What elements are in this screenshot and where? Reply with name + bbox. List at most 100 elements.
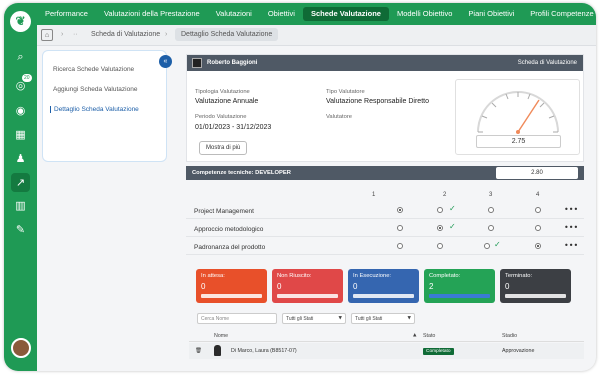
stat-value: 0: [201, 282, 206, 291]
table-row[interactable]: 🗑 Di Marco, Laura (B8517-07) Completato …: [189, 343, 584, 359]
rating-radio-4[interactable]: [535, 243, 541, 249]
more-options-icon[interactable]: •••: [564, 223, 578, 232]
more-options-icon[interactable]: •••: [564, 205, 578, 214]
breadcrumb-item-scheda[interactable]: Scheda di Valutazione: [91, 31, 160, 38]
person-name: Roberto Baggioni: [207, 60, 258, 66]
stat-value: 0: [353, 282, 358, 291]
calendar-icon[interactable]: ▦: [11, 125, 30, 144]
row-stadio: Approvazione: [502, 348, 535, 354]
home-icon[interactable]: ⌂: [41, 29, 53, 41]
stat-bar: [353, 294, 414, 298]
top-navigation: Performance Valutazioni della Prestazione…: [37, 3, 596, 25]
search-name-input[interactable]: Cerca Nome: [197, 313, 277, 324]
column-stadio[interactable]: Stadio: [502, 333, 517, 339]
periodo-value: 01/01/2023 - 31/12/2023: [195, 124, 272, 131]
valutatore-label: Valutatore: [326, 114, 352, 120]
rating-radio-3[interactable]: [488, 207, 494, 213]
filter-bar: Cerca Nome Tutti gli Stati ▼ Tutti gli St…: [189, 313, 584, 325]
gauge-value: 2.75: [476, 135, 561, 148]
nav-item-piani-obiettivi[interactable]: Piani Obiettivi: [460, 3, 522, 25]
check-icon: ✓: [494, 240, 501, 249]
rating-radio-3[interactable]: [484, 243, 490, 249]
competenza-row: Padronanza del prodotto ✓ •••: [186, 238, 584, 255]
stat-card-terminato[interactable]: Terminato: 0: [500, 269, 571, 303]
tipologia-label: Tipologia Valutazione: [195, 89, 250, 95]
rating-radio-2[interactable]: [437, 225, 443, 231]
rating-radio-3[interactable]: [488, 225, 494, 231]
chevron-right-icon: ›: [165, 31, 168, 38]
card-header: Roberto Baggioni Scheda di Valutazione: [187, 55, 583, 71]
score-gauge: 2.75: [455, 79, 580, 155]
check-icon: ✓: [449, 222, 456, 231]
nav-item-modelli-obiettivo[interactable]: Modelli Obiettivo: [389, 3, 460, 25]
periodo-label: Periodo Valutazione: [195, 114, 247, 120]
org-icon[interactable]: ▥: [11, 196, 30, 215]
nav-item-valutazioni-prestazione[interactable]: Valutazioni della Prestazione: [96, 3, 208, 25]
gauge-needle: [517, 99, 540, 133]
nav-item-profili-competenze[interactable]: Profili Competenze: [522, 3, 596, 25]
sidebar-item-dettaglio[interactable]: Dettaglio Scheda Valutazione: [50, 106, 139, 113]
stat-card-in-attesa[interactable]: In attesa: 0: [196, 269, 267, 303]
breadcrumb: ⌂ › ·· Scheda di Valutazione › Dettaglio…: [37, 25, 596, 46]
row-avatar: [214, 345, 221, 356]
stat-value: 2: [429, 282, 434, 291]
competenze-score: 2.80: [496, 167, 578, 179]
show-more-button[interactable]: Mostra di più: [199, 141, 248, 155]
competenze-header: Competenze tecniche: DEVELOPER 2.80: [186, 166, 584, 180]
row-nome[interactable]: Di Marco, Laura (B8517-07): [231, 348, 297, 354]
stat-card-completato[interactable]: Completato: 2: [424, 269, 495, 303]
rating-radio-1[interactable]: [397, 243, 403, 249]
competenze-title: Competenze tecniche: DEVELOPER: [192, 170, 291, 176]
status-badge: Completato: [423, 348, 454, 355]
collapse-sidebar-icon[interactable]: «: [159, 55, 172, 68]
gauge-dial: [477, 91, 559, 134]
trash-icon[interactable]: 🗑: [195, 348, 202, 354]
nav-item-valutazioni[interactable]: Valutazioni: [208, 3, 260, 25]
user-avatar[interactable]: [11, 338, 31, 358]
column-header-4: 4: [536, 192, 540, 198]
app-frame: ❦ ⌕ ◎ 20 ◉ ▦ ♟ ↗ ▥ ✎ Performance Valutazi…: [4, 3, 596, 371]
rating-radio-1[interactable]: [397, 225, 403, 231]
nav-item-performance[interactable]: Performance: [37, 3, 96, 25]
column-stato[interactable]: Stato: [423, 333, 435, 339]
users-icon[interactable]: ♟: [11, 149, 30, 168]
column-header-2: 2: [443, 192, 447, 198]
rating-radio-2[interactable]: [437, 207, 443, 213]
competenza-row: Project Management ✓ •••: [186, 202, 584, 219]
tipo-valutatore-label: Tipo Valutatore: [326, 89, 365, 95]
stat-value: 0: [505, 282, 510, 291]
more-options-icon[interactable]: •••: [564, 241, 578, 250]
stat-card-non-riuscito[interactable]: Non Riuscito: 0: [272, 269, 343, 303]
stat-bar: [505, 294, 566, 298]
table-header: Nome ▲ Stato Stadio: [189, 330, 584, 342]
stat-bar: [201, 294, 262, 298]
rating-radio-4[interactable]: [535, 225, 541, 231]
chart-icon[interactable]: ↗: [11, 173, 30, 192]
stat-value: 0: [277, 282, 282, 291]
stage-filter-select[interactable]: Tutti gli Stati ▼: [351, 313, 415, 324]
rating-radio-2[interactable]: [437, 243, 443, 249]
sidebar-item-aggiungi[interactable]: Aggiungi Scheda Valutazione: [53, 86, 137, 93]
check-icon: ✓: [449, 204, 456, 213]
sidebar-item-ricerca[interactable]: Ricerca Schede Valutazione: [53, 66, 134, 73]
target-icon[interactable]: ◉: [11, 101, 30, 120]
rating-radio-1[interactable]: [397, 207, 403, 213]
nav-item-obiettivi[interactable]: Obiettivi: [260, 3, 303, 25]
sort-icon[interactable]: ▲: [413, 333, 416, 338]
tools-icon[interactable]: ✎: [11, 220, 30, 239]
status-filter-select[interactable]: Tutti gli Stati ▼: [282, 313, 346, 324]
competenza-name: Project Management: [194, 208, 254, 215]
competenza-name: Padronanza del prodotto: [194, 244, 266, 251]
stat-label: Non Riuscito:: [277, 273, 312, 279]
column-nome[interactable]: Nome: [214, 333, 228, 339]
rating-radio-4[interactable]: [535, 207, 541, 213]
card-header-title: Scheda di Valutazione: [517, 60, 577, 66]
tipo-valutatore-value: Valutazione Responsabile Diretto: [326, 98, 429, 105]
stat-label: In attesa:: [201, 273, 225, 279]
app-logo-icon[interactable]: ❦: [10, 11, 31, 32]
nav-item-schede-valutazione[interactable]: Schede Valutazione: [302, 7, 389, 21]
status-filter-value: Tutti gli Stati: [286, 316, 314, 322]
search-icon[interactable]: ⌕: [11, 47, 30, 66]
stat-card-in-esecuzione[interactable]: In Esecuzione: 0: [348, 269, 419, 303]
stat-bar: [277, 294, 338, 298]
